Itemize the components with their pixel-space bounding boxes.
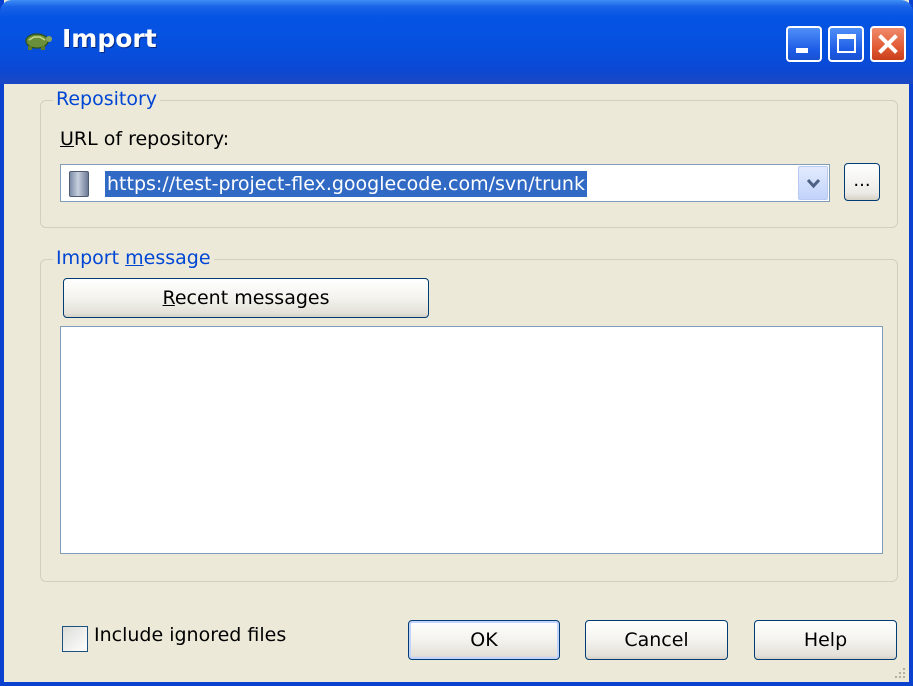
title-bar[interactable]: Import [0, 0, 913, 84]
repository-file-icon [69, 171, 89, 197]
repository-legend: Repository [53, 88, 161, 110]
cancel-button[interactable]: Cancel [585, 620, 728, 660]
maximize-icon [837, 34, 856, 53]
chevron-down-icon [806, 178, 821, 189]
window-title: Import [62, 24, 157, 53]
include-ignored-checkbox[interactable] [62, 626, 88, 652]
ok-button[interactable]: OK [408, 620, 560, 660]
url-label-text: RL of repository: [73, 128, 230, 150]
minimize-button[interactable] [786, 26, 822, 62]
url-dropdown-button[interactable] [798, 166, 828, 200]
close-icon [878, 34, 898, 54]
url-label: URL of repository: [60, 128, 230, 150]
close-button[interactable] [870, 26, 906, 62]
tortoise-icon [25, 33, 52, 50]
browse-button[interactable]: ... [844, 163, 880, 201]
url-combobox[interactable]: https://test-project-flex.googlecode.com… [60, 164, 830, 202]
import-message-textarea[interactable] [60, 326, 883, 554]
import-message-legend: Import message [53, 247, 214, 269]
minimize-icon [796, 48, 808, 53]
url-value[interactable]: https://test-project-flex.googlecode.com… [105, 171, 587, 197]
import-dialog: Import Repository URL of repository: htt… [0, 0, 913, 686]
include-ignored-label[interactable]: Include ignored files [94, 624, 286, 646]
recent-messages-button[interactable]: Recent messages [63, 278, 429, 318]
maximize-button[interactable] [828, 26, 864, 62]
help-button[interactable]: Help [754, 620, 897, 660]
resize-grip-icon[interactable] [889, 662, 907, 680]
